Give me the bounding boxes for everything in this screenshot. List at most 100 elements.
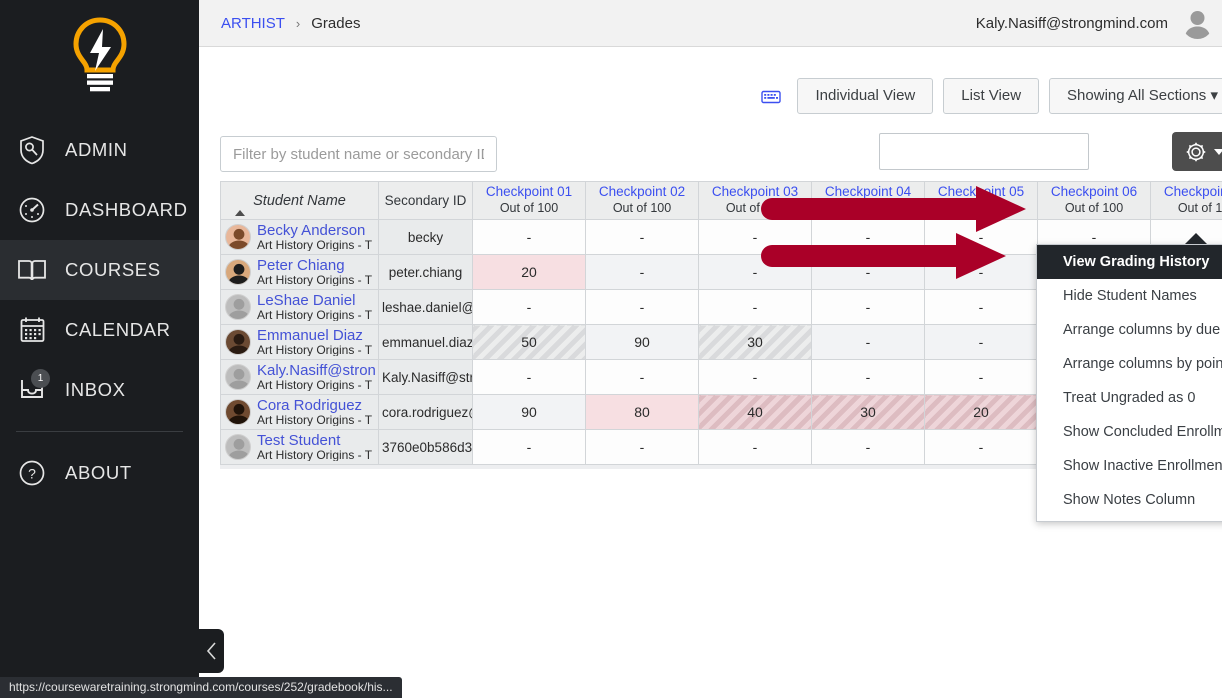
sidebar-item-about[interactable]: ? ABOUT <box>0 443 199 503</box>
cell-grade[interactable]: - <box>698 219 812 255</box>
menu-item-treat-ungraded-as-zero[interactable]: Treat Ungraded as 0 <box>1037 381 1222 415</box>
gradebook-settings-menu: View Grading History Hide Student Names … <box>1036 244 1222 522</box>
menu-item-view-grading-history[interactable]: View Grading History <box>1037 245 1222 279</box>
cell-student-name: Becky Anderson Art History Origins - T <box>220 219 379 255</box>
chevron-left-icon <box>206 642 216 660</box>
cell-grade[interactable]: - <box>924 324 1038 360</box>
column-header-checkpoint-01[interactable]: Checkpoint 01 Out of 100 <box>472 181 586 220</box>
cell-grade[interactable]: - <box>585 254 699 290</box>
avatar <box>225 259 251 285</box>
cell-grade[interactable]: 90 <box>585 324 699 360</box>
shield-wrench-icon <box>16 134 48 166</box>
photo-avatar-peter-icon <box>226 260 250 284</box>
cell-grade[interactable]: - <box>811 324 925 360</box>
sidebar-item-admin[interactable]: ADMIN <box>0 120 199 180</box>
student-name-link[interactable]: Becky Anderson <box>257 223 372 239</box>
avatar <box>225 224 251 250</box>
cell-grade[interactable]: 20 <box>472 254 586 290</box>
cell-grade[interactable]: - <box>698 429 812 465</box>
cell-grade[interactable]: 30 <box>698 324 812 360</box>
sidebar-item-label: ADMIN <box>65 139 128 160</box>
menu-item-show-inactive-enrollments[interactable]: Show Inactive Enrollments <box>1037 449 1222 483</box>
student-name-link[interactable]: Cora Rodriguez <box>257 398 372 414</box>
table-header: Student Name Secondary ID Checkpoint 01 … <box>220 181 1222 220</box>
sidebar-item-label: ABOUT <box>65 462 132 483</box>
sidebar-item-calendar[interactable]: CALENDAR <box>0 300 199 360</box>
student-name-link[interactable]: Peter Chiang <box>257 258 372 274</box>
cell-grade[interactable]: - <box>924 429 1038 465</box>
global-sidebar: ADMIN DASHBOARD COURSES CALENDAR 1 INBOX… <box>0 0 199 698</box>
cell-secondary-id: Kaly.Nasiff@stron <box>378 359 473 395</box>
cell-grade[interactable]: - <box>472 429 586 465</box>
cell-grade[interactable]: - <box>472 359 586 395</box>
cell-grade[interactable]: - <box>811 429 925 465</box>
cell-grade[interactable]: 90 <box>472 394 586 430</box>
column-header-checkpoint-05[interactable]: Checkpoint 05 Out of 100 <box>924 181 1038 220</box>
menu-item-hide-student-names[interactable]: Hide Student Names <box>1037 279 1222 313</box>
column-title: Checkpoint 04 <box>824 184 912 200</box>
student-name-link[interactable]: Emmanuel Diaz <box>257 328 372 344</box>
avatar[interactable] <box>1182 8 1213 39</box>
menu-item-arrange-by-due-date[interactable]: Arrange columns by due date <box>1037 313 1222 347</box>
gear-settings-button[interactable] <box>1172 132 1222 171</box>
column-header-secondary-id[interactable]: Secondary ID <box>378 181 473 220</box>
cell-grade[interactable]: - <box>585 289 699 325</box>
cell-secondary-id: peter.chiang <box>378 254 473 290</box>
column-header-checkpoint-07[interactable]: Checkpoint 07 Out of 100 <box>1150 181 1222 220</box>
app-logo[interactable] <box>0 0 199 112</box>
cell-grade[interactable]: 30 <box>811 394 925 430</box>
cell-grade[interactable]: 80 <box>585 394 699 430</box>
cell-grade[interactable]: - <box>698 254 812 290</box>
sidebar-item-label: CALENDAR <box>65 319 171 340</box>
cell-grade[interactable]: 40 <box>698 394 812 430</box>
breadcrumb-course-link[interactable]: ARTHIST <box>221 15 285 32</box>
individual-view-button[interactable]: Individual View <box>797 77 934 115</box>
cell-grade[interactable]: - <box>811 219 925 255</box>
cell-grade[interactable]: - <box>924 219 1038 255</box>
column-header-student-name[interactable]: Student Name <box>220 181 379 220</box>
cell-grade[interactable]: - <box>811 254 925 290</box>
sidebar-item-dashboard[interactable]: DASHBOARD <box>0 180 199 240</box>
cell-grade[interactable]: - <box>924 289 1038 325</box>
header-row: Student Name Secondary ID Checkpoint 01 … <box>220 181 1222 220</box>
sidebar-item-courses[interactable]: COURSES <box>0 240 199 300</box>
status-bar-url: https://coursewaretraining.strongmind.co… <box>0 677 402 698</box>
student-name-link[interactable]: Test Student <box>257 433 372 449</box>
inbox-unread-badge: 1 <box>31 369 50 388</box>
menu-item-arrange-by-points[interactable]: Arrange columns by points <box>1037 347 1222 381</box>
top-bar: ARTHIST › Grades Kaly.Nasiff@strongmind.… <box>199 0 1222 47</box>
cell-grade[interactable]: - <box>811 359 925 395</box>
sidebar-nav: ADMIN DASHBOARD COURSES CALENDAR 1 INBOX… <box>0 112 199 503</box>
photo-avatar-cora-icon <box>226 400 250 424</box>
cell-grade[interactable]: - <box>472 289 586 325</box>
column-header-checkpoint-03[interactable]: Checkpoint 03 Out of 100 <box>698 181 812 220</box>
cell-grade[interactable]: - <box>924 254 1038 290</box>
cell-grade[interactable]: - <box>698 289 812 325</box>
column-header-checkpoint-06[interactable]: Checkpoint 06 Out of 100 <box>1037 181 1151 220</box>
search-input[interactable] <box>220 136 497 172</box>
student-name-link[interactable]: LeShae Daniel <box>257 293 372 309</box>
sidebar-item-inbox[interactable]: 1 INBOX <box>0 360 199 420</box>
cell-secondary-id: 3760e0b586d3f43 <box>378 429 473 465</box>
student-name-link[interactable]: Kaly.Nasiff@stron <box>257 363 376 379</box>
menu-item-show-concluded-enrollments[interactable]: Show Concluded Enrollments <box>1037 415 1222 449</box>
sections-filter-button[interactable]: Showing All Sections ▾ <box>1049 77 1222 115</box>
cell-grade[interactable]: 50 <box>472 324 586 360</box>
cell-grade[interactable]: - <box>585 429 699 465</box>
cell-grade[interactable]: - <box>924 359 1038 395</box>
menu-item-show-notes-column[interactable]: Show Notes Column <box>1037 483 1222 517</box>
column-header-checkpoint-04[interactable]: Checkpoint 04 Out of 100 <box>811 181 925 220</box>
cell-grade[interactable]: - <box>811 289 925 325</box>
secondary-toolbar-field[interactable] <box>879 133 1089 170</box>
cell-grade[interactable]: - <box>698 359 812 395</box>
cell-grade[interactable]: 20 <box>924 394 1038 430</box>
list-view-button[interactable]: List View <box>943 77 1040 115</box>
student-section-label: Art History Origins - T <box>257 377 373 392</box>
cell-grade[interactable]: - <box>472 219 586 255</box>
student-section-label: Art History Origins - T <box>257 272 373 287</box>
cell-grade[interactable]: - <box>585 359 699 395</box>
cell-grade[interactable]: - <box>585 219 699 255</box>
keyboard-shortcuts-icon[interactable] <box>761 88 782 104</box>
column-header-checkpoint-02[interactable]: Checkpoint 02 Out of 100 <box>585 181 699 220</box>
sidebar-collapse-button[interactable] <box>199 629 224 673</box>
